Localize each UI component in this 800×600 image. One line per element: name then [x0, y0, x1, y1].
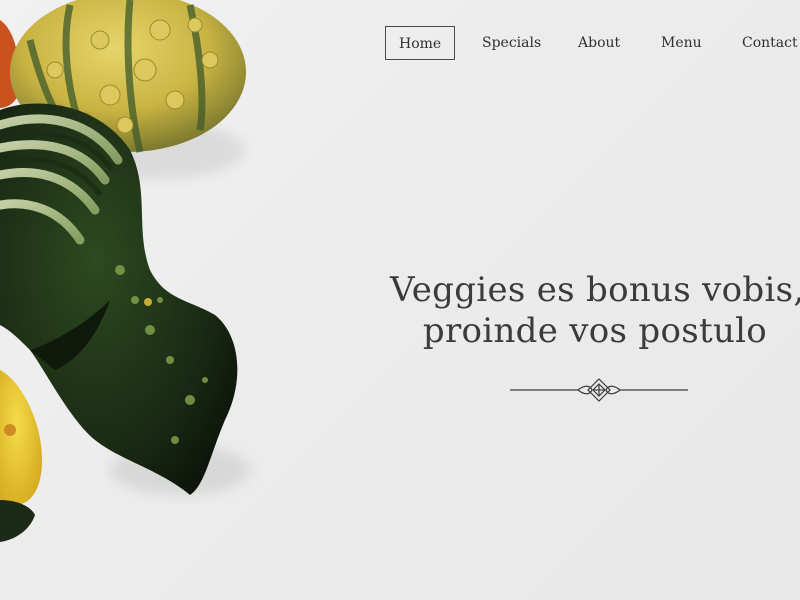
nav-item-specials[interactable]: Specials — [482, 26, 541, 60]
nav-item-about[interactable]: About — [578, 26, 620, 60]
hero-headline-line-2: proinde vos postulo — [422, 311, 768, 351]
ornament-divider — [510, 378, 688, 402]
gourds-photo — [0, 0, 250, 542]
main-nav: Home Specials About Menu Contact — [385, 26, 800, 60]
nav-item-contact[interactable]: Contact — [742, 26, 798, 60]
nav-item-menu[interactable]: Menu — [661, 26, 702, 60]
hero-headline: Veggies es bonus vobis, proinde vos post… — [390, 270, 800, 352]
nav-item-home[interactable]: Home — [385, 26, 456, 60]
hero-headline-line-1: Veggies es bonus vobis, — [390, 270, 800, 310]
